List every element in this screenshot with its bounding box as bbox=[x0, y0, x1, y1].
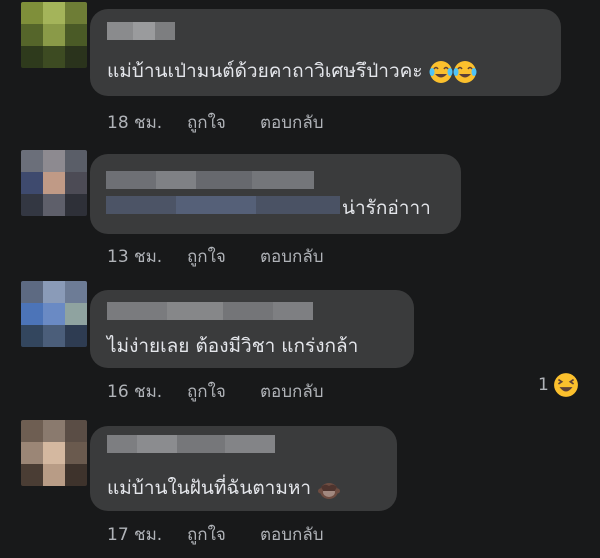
comment-meta: 18 ชม. ถูกใจ ตอบกลับ bbox=[107, 109, 324, 136]
comment-bubble: แม่บ้านเป่ามนต์ด้วยคาถาวิเศษรึป่าวคะ bbox=[90, 9, 561, 96]
commenter-name[interactable] bbox=[107, 22, 175, 40]
comment-meta: 17 ชม. ถูกใจ ตอบกลับ bbox=[107, 521, 324, 548]
reply-button[interactable]: ตอบกลับ bbox=[260, 109, 324, 136]
comment-bubble: น่ารักอ่าาา bbox=[90, 154, 461, 234]
see-no-evil-icon bbox=[318, 482, 341, 499]
like-button[interactable]: ถูกใจ bbox=[187, 378, 260, 405]
comment-meta: 16 ชม. ถูกใจ ตอบกลับ bbox=[107, 378, 324, 405]
comment-time[interactable]: 18 ชม. bbox=[107, 109, 187, 136]
avatar[interactable] bbox=[21, 420, 87, 486]
comment-text: น่ารักอ่าาา bbox=[342, 197, 431, 219]
reply-button[interactable]: ตอบกลับ bbox=[260, 378, 324, 405]
avatar[interactable] bbox=[21, 2, 87, 68]
comment-bubble: แม่บ้านในฝันที่ฉันตามหา bbox=[90, 426, 397, 511]
avatar[interactable] bbox=[21, 281, 87, 347]
avatar[interactable] bbox=[21, 150, 87, 216]
commenter-name[interactable] bbox=[106, 171, 314, 189]
comment-bubble: ไม่ง่ายเลย ต้องมีวิชา แกร่งกล้า bbox=[90, 290, 414, 368]
comment-text: แม่บ้านเป่ามนต์ด้วยคาถาวิเศษรึป่าวคะ bbox=[107, 59, 477, 84]
commenter-name[interactable] bbox=[107, 435, 275, 453]
comment-time[interactable]: 13 ชม. bbox=[107, 243, 187, 270]
commenter-name[interactable] bbox=[107, 302, 313, 320]
reply-button[interactable]: ตอบกลับ bbox=[260, 243, 324, 270]
reaction-summary[interactable]: 1 bbox=[538, 372, 579, 398]
comment-text: แม่บ้านในฝันที่ฉันตามหา bbox=[107, 476, 341, 501]
like-button[interactable]: ถูกใจ bbox=[187, 243, 260, 270]
like-button[interactable]: ถูกใจ bbox=[187, 109, 260, 136]
laughing-face-icon bbox=[553, 373, 578, 397]
comment-time[interactable]: 17 ชม. bbox=[107, 521, 187, 548]
reaction-count: 1 bbox=[538, 375, 549, 395]
comment-time[interactable]: 16 ชม. bbox=[107, 378, 187, 405]
face-with-tears-of-joy-icon bbox=[453, 60, 477, 83]
like-button[interactable]: ถูกใจ bbox=[187, 521, 260, 548]
face-with-tears-of-joy-icon bbox=[429, 60, 453, 83]
reply-button[interactable]: ตอบกลับ bbox=[260, 521, 324, 548]
comment-text: ไม่ง่ายเลย ต้องมีวิชา แกร่งกล้า bbox=[107, 335, 359, 357]
comment-meta: 13 ชม. ถูกใจ ตอบกลับ bbox=[107, 243, 324, 270]
